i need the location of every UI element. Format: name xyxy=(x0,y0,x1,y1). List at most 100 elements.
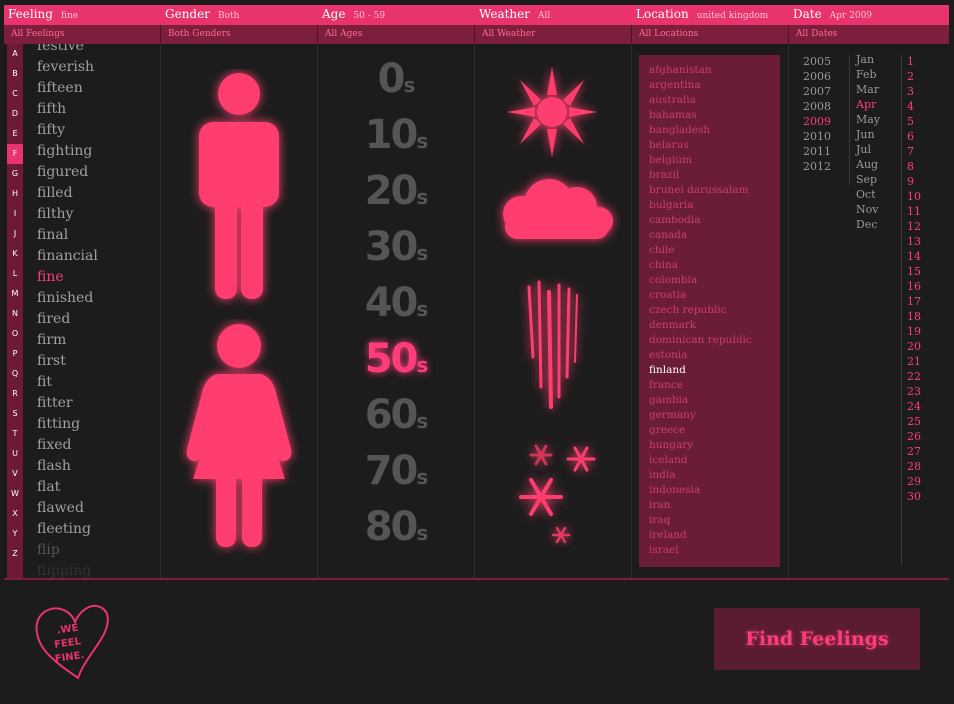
day-item[interactable]: 5 xyxy=(907,114,921,129)
day-item[interactable]: 11 xyxy=(907,204,921,219)
age-60[interactable]: 60s xyxy=(318,392,474,438)
location-item[interactable]: argentina xyxy=(649,78,780,93)
location-item[interactable]: bahamas xyxy=(649,108,780,123)
location-item[interactable]: czech republic xyxy=(649,303,780,318)
feeling-item[interactable]: finished xyxy=(37,288,98,309)
day-item[interactable]: 7 xyxy=(907,144,921,159)
letter-j[interactable]: J xyxy=(7,224,23,244)
location-item[interactable]: iraq xyxy=(649,513,780,528)
year-item[interactable]: 2007 xyxy=(803,84,831,99)
month-item[interactable]: May xyxy=(856,112,880,127)
feeling-item[interactable]: firm xyxy=(37,330,98,351)
day-item[interactable]: 14 xyxy=(907,249,921,264)
month-item[interactable]: Sep xyxy=(856,172,880,187)
female-icon[interactable] xyxy=(179,319,299,559)
snow-icon[interactable] xyxy=(503,437,613,547)
location-item[interactable]: belgium xyxy=(649,153,780,168)
day-item[interactable]: 4 xyxy=(907,99,921,114)
letter-r[interactable]: R xyxy=(7,384,23,404)
rain-icon[interactable] xyxy=(519,277,589,417)
day-item[interactable]: 30 xyxy=(907,489,921,504)
month-item[interactable]: Feb xyxy=(856,67,880,82)
find-feelings-button[interactable]: Find Feelings xyxy=(714,608,920,670)
letter-y[interactable]: Y xyxy=(7,524,23,544)
letter-o[interactable]: O xyxy=(7,324,23,344)
month-item[interactable]: Mar xyxy=(856,82,880,97)
feeling-item[interactable]: flip xyxy=(37,540,98,561)
letter-u[interactable]: U xyxy=(7,444,23,464)
letter-d[interactable]: D xyxy=(7,104,23,124)
letter-g[interactable]: G xyxy=(7,164,23,184)
feeling-item[interactable]: feverish xyxy=(37,57,98,78)
day-item[interactable]: 29 xyxy=(907,474,921,489)
reset-link[interactable]: All Dates xyxy=(789,25,946,44)
letter-v[interactable]: V xyxy=(7,464,23,484)
feeling-item[interactable]: flawed xyxy=(37,498,98,519)
day-item[interactable]: 13 xyxy=(907,234,921,249)
day-item[interactable]: 6 xyxy=(907,129,921,144)
feeling-item[interactable]: final xyxy=(37,225,98,246)
location-item[interactable]: iceland xyxy=(649,453,780,468)
age-80[interactable]: 80s xyxy=(318,504,474,550)
letter-w[interactable]: W xyxy=(7,484,23,504)
reset-link[interactable]: Both Genders xyxy=(161,25,318,44)
filter-gender[interactable]: Gender Both xyxy=(161,5,318,25)
letter-e[interactable]: E xyxy=(7,124,23,144)
day-item[interactable]: 15 xyxy=(907,264,921,279)
age-40[interactable]: 40s xyxy=(318,280,474,326)
letter-p[interactable]: P xyxy=(7,344,23,364)
letter-f[interactable]: F xyxy=(7,144,23,164)
age-10[interactable]: 10s xyxy=(318,112,474,158)
day-item[interactable]: 1 xyxy=(907,54,921,69)
location-item[interactable]: finland xyxy=(649,363,780,378)
location-item[interactable]: bangladesh xyxy=(649,123,780,138)
day-item[interactable]: 9 xyxy=(907,174,921,189)
location-item[interactable]: dominican republic xyxy=(649,333,780,348)
month-item[interactable]: Nov xyxy=(856,202,880,217)
day-item[interactable]: 21 xyxy=(907,354,921,369)
location-item[interactable]: belarus xyxy=(649,138,780,153)
filter-date[interactable]: Date Apr 2009 xyxy=(789,5,946,25)
location-item[interactable]: hungary xyxy=(649,438,780,453)
letter-t[interactable]: T xyxy=(7,424,23,444)
reset-link[interactable]: All Ages xyxy=(318,25,475,44)
letter-z[interactable]: Z xyxy=(7,544,23,564)
location-item[interactable]: chile xyxy=(649,243,780,258)
year-item[interactable]: 2010 xyxy=(803,129,831,144)
feeling-item[interactable]: fit xyxy=(37,372,98,393)
reset-link[interactable]: All Weather xyxy=(475,25,632,44)
feeling-item[interactable]: filthy xyxy=(37,204,98,225)
day-item[interactable]: 16 xyxy=(907,279,921,294)
age-50[interactable]: 50s xyxy=(318,336,474,382)
letter-x[interactable]: X xyxy=(7,504,23,524)
day-item[interactable]: 18 xyxy=(907,309,921,324)
feeling-item[interactable]: fifth xyxy=(37,99,98,120)
location-item[interactable]: cambodia xyxy=(649,213,780,228)
month-item[interactable]: Jul xyxy=(856,142,880,157)
male-icon[interactable] xyxy=(189,69,289,319)
feeling-item[interactable]: fifty xyxy=(37,120,98,141)
location-item[interactable]: estonia xyxy=(649,348,780,363)
day-item[interactable]: 19 xyxy=(907,324,921,339)
month-item[interactable]: Apr xyxy=(856,97,880,112)
day-item[interactable]: 3 xyxy=(907,84,921,99)
age-20[interactable]: 20s xyxy=(318,168,474,214)
letter-k[interactable]: K xyxy=(7,244,23,264)
feeling-item[interactable]: fleeting xyxy=(37,519,98,540)
month-item[interactable]: Aug xyxy=(856,157,880,172)
year-item[interactable]: 2008 xyxy=(803,99,831,114)
letter-m[interactable]: M xyxy=(7,284,23,304)
filter-location[interactable]: Location united kingdom xyxy=(632,5,789,25)
age-70[interactable]: 70s xyxy=(318,448,474,494)
location-item[interactable]: afghanistan xyxy=(649,63,780,78)
feeling-item[interactable]: fired xyxy=(37,309,98,330)
cloud-icon[interactable] xyxy=(491,169,621,259)
location-item[interactable]: israel xyxy=(649,543,780,558)
year-item[interactable]: 2005 xyxy=(803,54,831,69)
day-item[interactable]: 2 xyxy=(907,69,921,84)
letter-n[interactable]: N xyxy=(7,304,23,324)
year-item[interactable]: 2011 xyxy=(803,144,831,159)
location-item[interactable]: germany xyxy=(649,408,780,423)
filter-age[interactable]: Age 50 - 59 xyxy=(318,5,475,25)
day-item[interactable]: 28 xyxy=(907,459,921,474)
